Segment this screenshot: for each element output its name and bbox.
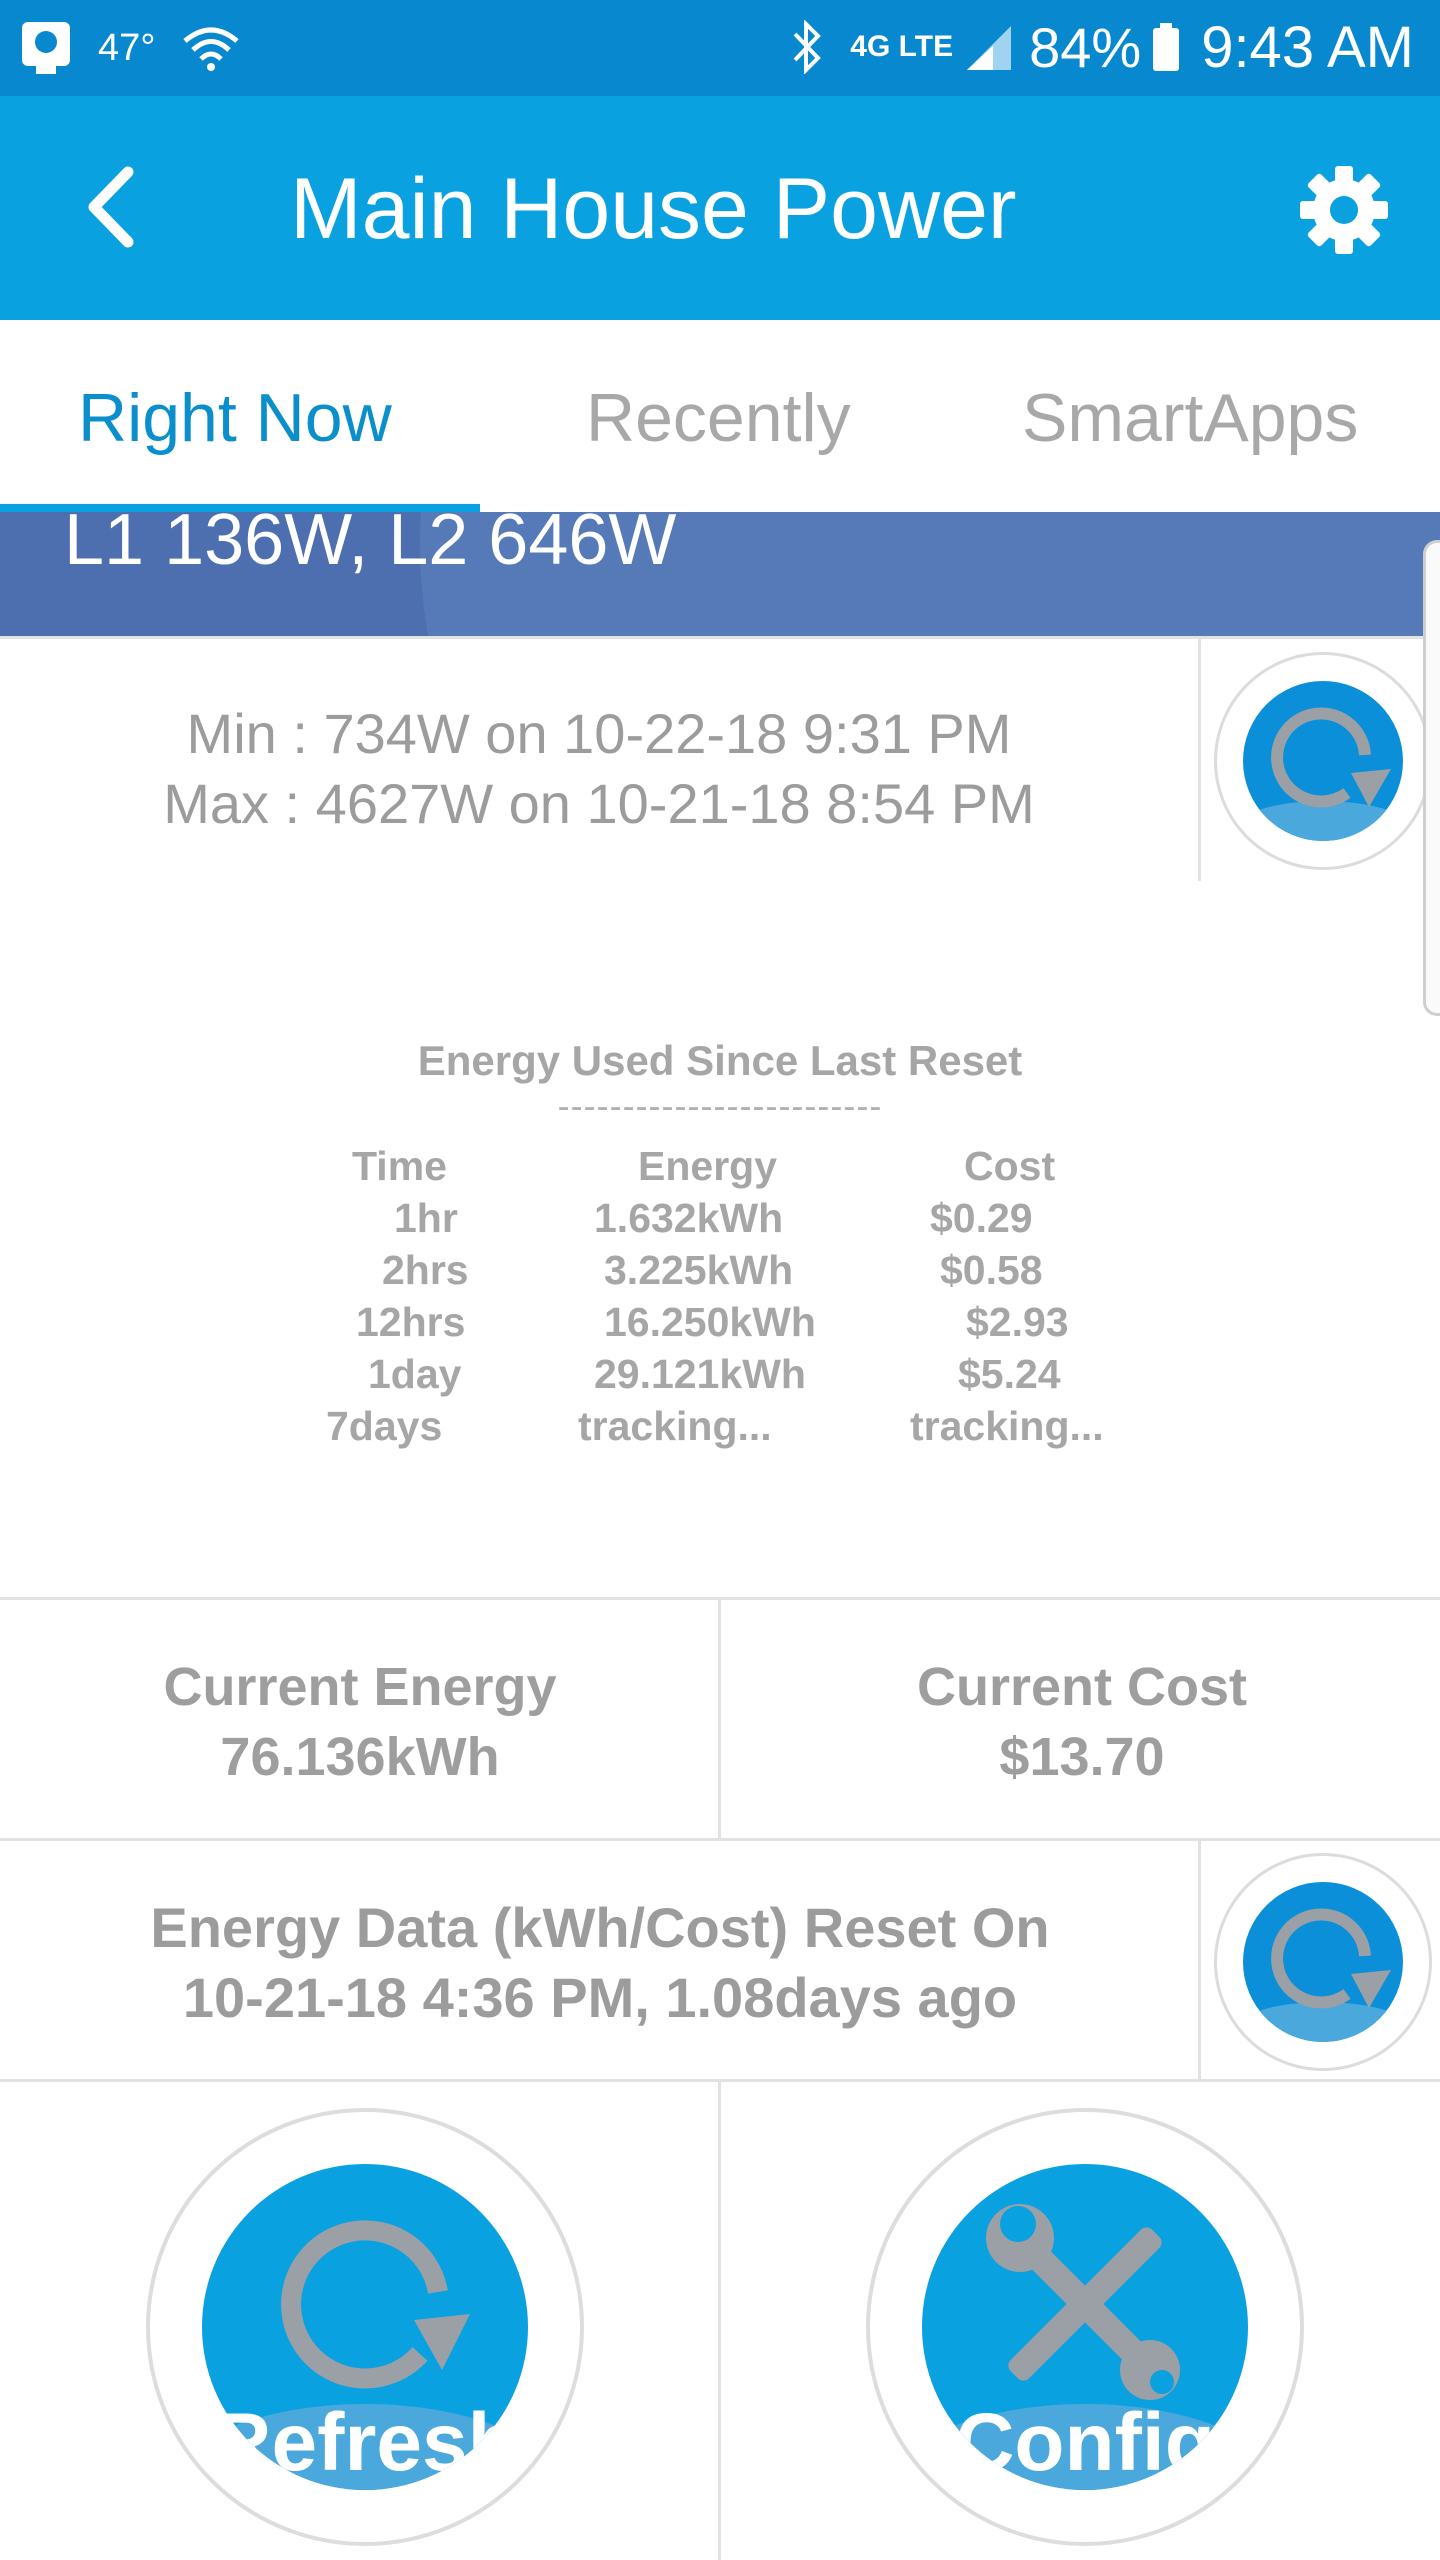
table-header-time: Time bbox=[352, 1143, 447, 1189]
chevron-left-icon bbox=[88, 166, 134, 248]
divider bbox=[1198, 1841, 1201, 2079]
table-cell-energy: tracking... bbox=[578, 1403, 772, 1449]
tab-right-now[interactable]: Right Now bbox=[78, 380, 392, 456]
app-bar: Main House Power bbox=[0, 96, 1440, 320]
scrollbar[interactable] bbox=[1423, 540, 1440, 1016]
current-energy-tile[interactable]: Current Energy 76.136kWh bbox=[0, 1652, 720, 1792]
energy-used-block: Energy Used Since Last Reset -----------… bbox=[0, 881, 1440, 1600]
battery-icon bbox=[1153, 23, 1180, 71]
table-cell-cost: $0.29 bbox=[930, 1195, 1033, 1241]
tab-bar: Right Now Recently SmartApps bbox=[0, 320, 1440, 512]
active-tab-indicator bbox=[0, 504, 480, 512]
line-power-readout: L1 136W, L2 646W bbox=[64, 512, 677, 580]
current-cost-value: $13.70 bbox=[999, 1727, 1165, 1787]
temperature-text: 47° bbox=[98, 26, 156, 69]
energy-table-divider: ------------------------- bbox=[557, 1085, 883, 1126]
reset-energy-button[interactable] bbox=[1214, 1853, 1432, 2071]
page-title: Main House Power bbox=[290, 161, 1017, 257]
bluetooth-icon bbox=[793, 20, 822, 74]
reset-info-row: Energy Data (kWh/Cost) Reset On 10-21-18… bbox=[0, 1841, 1440, 2082]
battery-percent: 84% bbox=[1029, 15, 1142, 79]
current-cost-tile[interactable]: Current Cost $13.70 bbox=[722, 1652, 1440, 1792]
tab-recently[interactable]: Recently bbox=[586, 380, 851, 456]
table-cell-cost: $5.24 bbox=[958, 1351, 1061, 1397]
table-cell-energy: 1.632kWh bbox=[594, 1195, 784, 1241]
status-bar-right: 4G LTE 84% 9:43 AM bbox=[790, 14, 1414, 80]
weather-icon bbox=[22, 22, 70, 74]
table-cell-time: 12hrs bbox=[356, 1299, 466, 1345]
button-circle bbox=[1243, 681, 1403, 841]
divider bbox=[1198, 639, 1201, 881]
config-button[interactable]: Config bbox=[866, 2108, 1304, 2546]
gear-icon bbox=[1300, 166, 1388, 254]
current-cost-label: Current Cost bbox=[916, 1657, 1247, 1717]
clock-time: 9:43 AM bbox=[1201, 14, 1414, 80]
settings-button[interactable] bbox=[1296, 162, 1392, 258]
back-button[interactable] bbox=[70, 162, 160, 252]
button-circle: Config bbox=[922, 2164, 1248, 2490]
button-circle bbox=[1243, 1882, 1403, 2042]
tab-smartapps[interactable]: SmartApps bbox=[1022, 380, 1358, 456]
reset-min-max-button[interactable] bbox=[1214, 652, 1432, 870]
wifi-icon bbox=[183, 27, 240, 71]
divider bbox=[718, 2082, 721, 2560]
table-header-cost: Cost bbox=[964, 1143, 1056, 1189]
energy-table-title: Energy Used Since Last Reset bbox=[417, 1037, 1023, 1084]
refresh-button-label: Refresh bbox=[212, 2397, 518, 2488]
status-bar-left: 47° bbox=[20, 18, 241, 78]
table-cell-energy: 16.250kWh bbox=[604, 1299, 816, 1345]
table-cell-energy: 29.121kWh bbox=[594, 1351, 806, 1397]
action-buttons-row: Refresh Config bbox=[0, 2082, 1440, 2560]
current-energy-label: Current Energy bbox=[163, 1657, 557, 1717]
reset-info-text: Energy Data (kWh/Cost) Reset On 10-21-18… bbox=[0, 1893, 1200, 2033]
current-energy-value: 76.136kWh bbox=[220, 1727, 500, 1787]
table-cell-cost: $2.93 bbox=[966, 1299, 1069, 1345]
min-max-text: Min : 734W on 10-22-18 9:31 PM Max : 462… bbox=[0, 699, 1198, 839]
table-cell-time: 7days bbox=[326, 1403, 443, 1449]
table-cell-time: 2hrs bbox=[382, 1247, 469, 1293]
table-cell-time: 1hr bbox=[394, 1195, 458, 1241]
table-cell-time: 1day bbox=[368, 1351, 462, 1397]
config-button-label: Config bbox=[955, 2397, 1215, 2488]
divider bbox=[718, 1600, 721, 1838]
table-cell-energy: 3.225kWh bbox=[604, 1247, 794, 1293]
power-banner: L1 136W, L2 646W bbox=[0, 512, 1440, 636]
button-circle: Refresh bbox=[202, 2164, 528, 2490]
min-max-row: Min : 734W on 10-22-18 9:31 PM Max : 462… bbox=[0, 636, 1440, 884]
refresh-icon bbox=[1243, 707, 1403, 841]
table-cell-cost: tracking... bbox=[910, 1403, 1104, 1449]
min-value: Min : 734W on 10-22-18 9:31 PM bbox=[186, 702, 1012, 765]
current-totals-row: Current Energy 76.136kWh Current Cost $1… bbox=[0, 1600, 1440, 1841]
reset-date: 10-21-18 4:36 PM, 1.08days ago bbox=[182, 1966, 1018, 2029]
refresh-icon bbox=[1243, 1908, 1403, 2042]
status-bar: 47° 4G LTE 84% 9:43 AM bbox=[0, 0, 1440, 96]
network-type: 4G LTE bbox=[850, 30, 954, 63]
signal-icon bbox=[967, 26, 1012, 70]
table-header-energy: Energy bbox=[638, 1143, 777, 1189]
refresh-button[interactable]: Refresh bbox=[146, 2108, 584, 2546]
max-value: Max : 4627W on 10-21-18 8:54 PM bbox=[163, 772, 1035, 835]
reset-label: Energy Data (kWh/Cost) Reset On bbox=[150, 1896, 1050, 1959]
table-cell-cost: $0.58 bbox=[940, 1247, 1043, 1293]
